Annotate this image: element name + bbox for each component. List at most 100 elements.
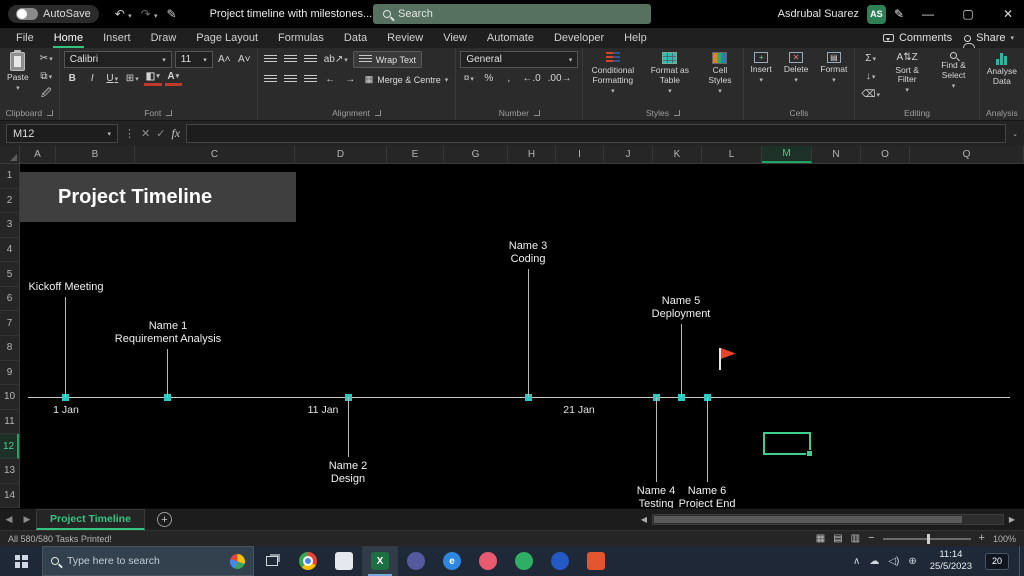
bold-button[interactable]: B bbox=[64, 71, 81, 86]
tray-onedrive-icon[interactable]: ☁ bbox=[869, 556, 879, 567]
tray-volume-icon[interactable]: ◁) bbox=[888, 556, 899, 567]
row-header-10[interactable]: 10 bbox=[0, 385, 19, 410]
normal-view-icon[interactable]: ▦ bbox=[816, 533, 825, 544]
page-layout-view-icon[interactable]: ▤ bbox=[833, 533, 842, 544]
borders-button[interactable]: ⊞ ▾ bbox=[124, 71, 141, 86]
taskbar-app-app-8-icon[interactable] bbox=[542, 546, 578, 576]
autosave-toggle[interactable]: AutoSave bbox=[8, 5, 99, 23]
format-cells-button[interactable]: ▤ Format▾ bbox=[817, 51, 850, 86]
search-input[interactable]: Search bbox=[373, 4, 651, 24]
font-size-select[interactable]: 11▾ bbox=[175, 51, 213, 68]
row-header-1[interactable]: 1 bbox=[0, 164, 19, 189]
decrease-decimal-button[interactable]: .00→ bbox=[546, 71, 574, 86]
enter-entry-icon[interactable]: ✓ bbox=[156, 127, 165, 140]
autosum-button[interactable]: Σ ▾ bbox=[859, 51, 882, 66]
number-format-select[interactable]: General▾ bbox=[460, 51, 578, 68]
tab-automate[interactable]: Automate bbox=[477, 28, 544, 48]
comma-style-button[interactable]: , bbox=[500, 71, 517, 86]
clear-button[interactable]: ⌫ ▾ bbox=[859, 87, 882, 102]
sheet-nav-left-icon[interactable]: ◀ bbox=[0, 509, 18, 530]
row-header-13[interactable]: 13 bbox=[0, 459, 19, 484]
underline-button[interactable]: U ▾ bbox=[104, 71, 121, 86]
copy-button[interactable]: ⧉ ▾ bbox=[38, 69, 55, 84]
cut-button[interactable]: ✂ ▾ bbox=[38, 51, 55, 66]
tab-draw[interactable]: Draw bbox=[141, 28, 187, 48]
pen-mode-button[interactable]: ✎ bbox=[167, 8, 177, 20]
inking-button[interactable]: ✎ bbox=[894, 8, 904, 20]
column-header-D[interactable]: D bbox=[295, 146, 387, 163]
document-title[interactable]: Project timeline with milestones...⌄ bbox=[210, 8, 383, 20]
row-header-5[interactable]: 5 bbox=[0, 262, 19, 287]
zoom-level[interactable]: 100% bbox=[993, 534, 1016, 544]
align-left-icon[interactable] bbox=[262, 72, 279, 87]
tab-help[interactable]: Help bbox=[614, 28, 657, 48]
taskbar-app-app-7-icon[interactable] bbox=[506, 546, 542, 576]
tab-view[interactable]: View bbox=[433, 28, 477, 48]
zoom-out-button[interactable]: − bbox=[868, 533, 874, 544]
column-header-G[interactable]: G bbox=[444, 146, 508, 163]
accounting-format-button[interactable]: ¤ ▾ bbox=[460, 71, 477, 86]
orientation-button[interactable]: ab↗ ▾ bbox=[322, 52, 350, 67]
column-header-A[interactable]: A bbox=[20, 146, 56, 163]
row-header-12[interactable]: 12 bbox=[0, 434, 19, 459]
wrap-text-button[interactable]: Wrap Text bbox=[353, 51, 422, 68]
dialog-launcher-icon[interactable] bbox=[534, 110, 540, 116]
page-break-view-icon[interactable]: ▥ bbox=[851, 533, 860, 544]
dialog-launcher-icon[interactable] bbox=[47, 110, 53, 116]
conditional-formatting-button[interactable]: Conditional Formatting▾ bbox=[587, 51, 638, 97]
row-header-14[interactable]: 14 bbox=[0, 484, 19, 509]
user-name[interactable]: Asdrubal Suarez bbox=[778, 8, 859, 20]
cell-styles-button[interactable]: Cell Styles▾ bbox=[701, 51, 738, 97]
tab-page-layout[interactable]: Page Layout bbox=[186, 28, 268, 48]
scroll-left-icon[interactable]: ◀ bbox=[638, 515, 650, 524]
row-header-6[interactable]: 6 bbox=[0, 287, 19, 312]
scrollbar-thumb[interactable] bbox=[654, 516, 962, 523]
restore-button[interactable]: ▢ bbox=[952, 0, 984, 28]
column-header-C[interactable]: C bbox=[135, 146, 295, 163]
zoom-slider-thumb[interactable] bbox=[927, 534, 930, 544]
format-as-table-button[interactable]: Format as Table▾ bbox=[644, 51, 695, 97]
notification-badge[interactable]: 20 bbox=[985, 553, 1009, 570]
zoom-slider[interactable] bbox=[883, 538, 971, 540]
column-header-H[interactable]: H bbox=[508, 146, 556, 163]
align-top-icon[interactable] bbox=[262, 52, 279, 67]
align-right-icon[interactable] bbox=[302, 72, 319, 87]
column-header-K[interactable]: K bbox=[653, 146, 702, 163]
tab-formulas[interactable]: Formulas bbox=[268, 28, 334, 48]
decrease-indent-icon[interactable]: ← bbox=[322, 72, 339, 87]
column-header-Q[interactable]: Q bbox=[910, 146, 1024, 163]
column-header-L[interactable]: L bbox=[702, 146, 762, 163]
decrease-font-icon[interactable]: A˅ bbox=[236, 52, 253, 67]
insert-function-icon[interactable]: fx bbox=[171, 126, 180, 141]
italic-button[interactable]: I bbox=[84, 71, 101, 86]
row-header-3[interactable]: 3 bbox=[0, 213, 19, 238]
active-cell-selection[interactable] bbox=[763, 432, 811, 455]
taskbar-app-excel-icon[interactable]: X bbox=[362, 546, 398, 576]
scrollbar-track[interactable] bbox=[652, 514, 1004, 525]
column-header-I[interactable]: I bbox=[556, 146, 604, 163]
column-header-O[interactable]: O bbox=[861, 146, 910, 163]
align-bottom-icon[interactable] bbox=[302, 52, 319, 67]
row-header-4[interactable]: 4 bbox=[0, 238, 19, 263]
delete-cells-button[interactable]: ✕ Delete▾ bbox=[781, 51, 812, 86]
percent-style-button[interactable]: % bbox=[480, 71, 497, 86]
formula-input[interactable] bbox=[186, 124, 1006, 143]
tab-review[interactable]: Review bbox=[377, 28, 433, 48]
tab-developer[interactable]: Developer bbox=[544, 28, 614, 48]
scroll-right-icon[interactable]: ▶ bbox=[1006, 515, 1018, 524]
comments-button[interactable]: Comments bbox=[883, 32, 952, 44]
row-header-8[interactable]: 8 bbox=[0, 336, 19, 361]
tab-home[interactable]: Home bbox=[44, 28, 93, 48]
row-header-9[interactable]: 9 bbox=[0, 361, 19, 386]
close-button[interactable]: ✕ bbox=[992, 0, 1024, 28]
share-button[interactable]: Share▾ bbox=[964, 32, 1014, 44]
taskbar-app-edge-icon[interactable]: e bbox=[434, 546, 470, 576]
taskbar-app-chrome-icon[interactable] bbox=[290, 546, 326, 576]
taskbar-app-app-9-icon[interactable] bbox=[578, 546, 614, 576]
paste-button[interactable]: Paste▾ bbox=[4, 51, 32, 94]
horizontal-scrollbar[interactable]: ◀ ▶ bbox=[632, 509, 1024, 530]
taskbar-app-app-files-icon[interactable] bbox=[326, 546, 362, 576]
merge-centre-button[interactable]: ▦ Merge & Centre▾ bbox=[362, 71, 452, 88]
fill-button[interactable]: ↓ ▾ bbox=[859, 69, 882, 84]
row-header-11[interactable]: 11 bbox=[0, 410, 19, 435]
